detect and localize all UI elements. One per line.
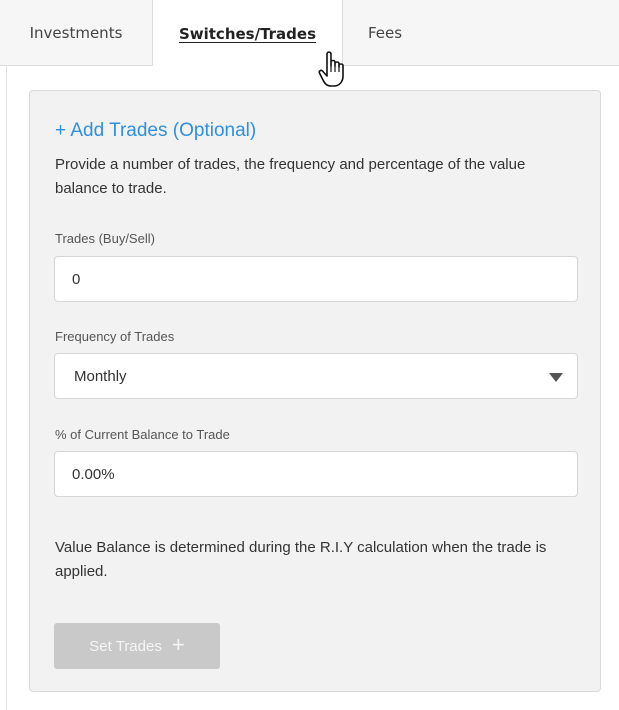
frequency-select[interactable]: Monthly (54, 353, 578, 399)
tab-switches-trades-label: Switches/Trades (178, 24, 317, 43)
plus-icon: + (171, 632, 185, 657)
trades-input-value: 0 (72, 270, 81, 288)
trades-input[interactable]: 0 (54, 256, 578, 302)
app-root: Investments Switches/Trades Fees + Add T… (0, 0, 619, 710)
frequency-select-value: Monthly (74, 367, 127, 385)
tab-switches-trades[interactable]: Switches/Trades (153, 0, 343, 67)
set-trades-button-label: Set Trades (89, 637, 162, 655)
tab-fees-label: Fees (368, 24, 403, 42)
percent-field-label: % of Current Balance to Trade (55, 427, 230, 442)
trades-description: Provide a number of trades, the frequenc… (55, 156, 526, 197)
hand-cursor-icon (318, 51, 344, 87)
add-trades-link[interactable]: + Add Trades (Optional) (55, 120, 256, 142)
panel-left-border (6, 66, 7, 710)
trades-field-label: Trades (Buy/Sell) (55, 231, 155, 246)
caret-down-icon (549, 373, 563, 382)
percent-input-value: 0.00% (72, 465, 115, 483)
tab-bar: Investments Switches/Trades Fees (0, 0, 619, 67)
frequency-field-label: Frequency of Trades (55, 329, 175, 344)
trades-card: + Add Trades (Optional) Provide a number… (29, 90, 601, 692)
set-trades-button[interactable]: Set Trades + (54, 623, 220, 669)
tab-investments[interactable]: Investments (0, 0, 153, 66)
value-balance-note: Value Balance is determined during the R… (55, 539, 547, 580)
tab-investments-label: Investments (29, 24, 123, 42)
percent-input[interactable]: 0.00% (54, 451, 578, 497)
tab-fees[interactable]: Fees (343, 0, 429, 66)
